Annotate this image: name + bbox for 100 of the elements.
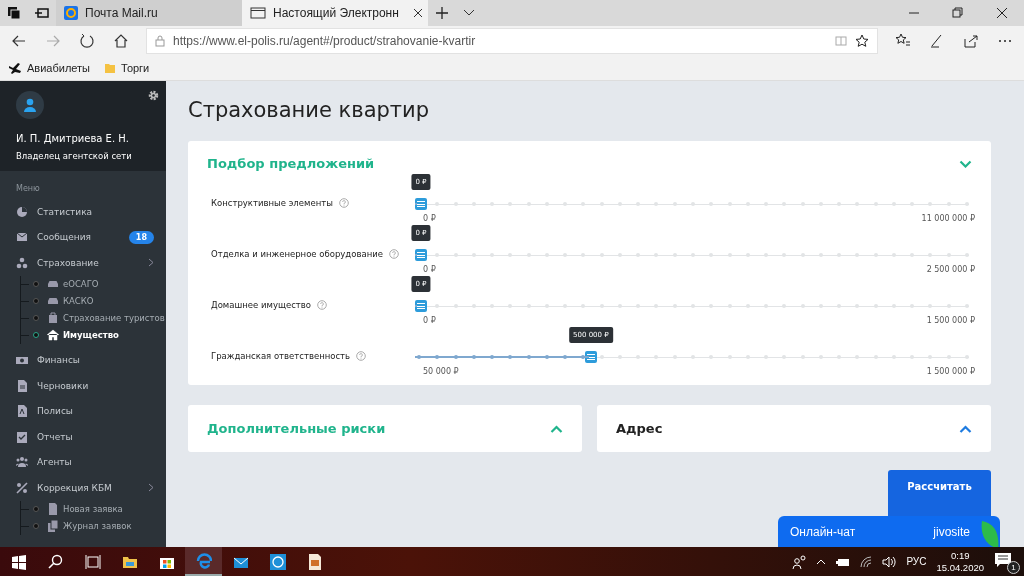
max-value: 2 500 000 ₽ [926, 265, 975, 274]
browser-icon[interactable] [195, 552, 212, 569]
chat-brand: jivosite [933, 524, 970, 539]
leaf-icon [980, 519, 1000, 547]
share-icon[interactable] [963, 33, 979, 49]
menu-item[interactable]: Отчеты [0, 424, 166, 450]
car-icon [47, 295, 59, 307]
submenu-item[interactable]: Имущество [21, 326, 166, 344]
menu-item[interactable]: Финансы [0, 347, 166, 373]
volume-icon[interactable] [882, 555, 897, 568]
menu-item[interactable]: Агенты [0, 449, 166, 475]
task-view-icon[interactable] [84, 553, 101, 570]
slider-label: Отделка и инженерное оборудование [211, 249, 383, 259]
page-icon [250, 7, 266, 19]
person-icon [23, 98, 37, 112]
car-icon [47, 278, 59, 290]
envelope-icon [16, 231, 28, 244]
slider-label: Домашнее имущество [211, 300, 311, 310]
mail-icon [64, 6, 78, 20]
tab-title: Настоящий Электронн [273, 6, 399, 20]
min-value: 0 ₽ [423, 214, 436, 223]
home-icon[interactable] [113, 33, 129, 49]
airplane-icon [8, 62, 22, 74]
panel-title: Подбор предложений [207, 156, 375, 171]
menu-item[interactable]: Статистика [0, 199, 166, 225]
bookmark[interactable]: Торги [104, 62, 150, 74]
slider-label: Гражданская ответственность [211, 351, 351, 361]
people-icon[interactable] [792, 554, 807, 569]
slider-handle[interactable] [584, 351, 597, 363]
browser-tab[interactable]: Почта Mail.ru [56, 0, 242, 26]
chat-label: Онлайн-чат [790, 524, 856, 539]
max-value: 11 000 000 ₽ [921, 214, 975, 223]
menu-item[interactable]: Полисы [0, 398, 166, 424]
pdf-document-icon [16, 405, 28, 418]
menu-item[interactable]: Сообщения 18 [0, 224, 166, 250]
file-icon [47, 503, 59, 515]
lock-icon [155, 35, 165, 47]
submenu-item[interactable]: Страхование туристов [21, 309, 166, 327]
presentation-icon[interactable] [306, 553, 323, 570]
submenu-item[interactable]: Журнал заявок [21, 517, 166, 535]
chat-widget[interactable]: Онлайн-чат jivosite [778, 516, 1000, 547]
slider-label: Конструктивные элементы [211, 198, 333, 208]
url-text: https://www.el-polis.ru/agent#/product/strahovanie-kvartir [173, 34, 476, 48]
chat-app-icon[interactable] [269, 553, 286, 570]
min-value: 50 000 ₽ [423, 367, 459, 376]
settings-icon[interactable] [148, 90, 159, 101]
slider-handle[interactable] [415, 300, 427, 312]
browser-tab[interactable]: Настоящий Электронн [242, 0, 428, 26]
menu-item[interactable]: Страхование [0, 250, 166, 276]
min-value: 0 ₽ [423, 316, 436, 325]
tab-title: Почта Mail.ru [85, 6, 158, 20]
search-icon[interactable] [47, 553, 64, 570]
slider-handle[interactable] [415, 249, 427, 261]
input-language[interactable]: РУС [906, 556, 927, 567]
slider-handle[interactable] [415, 198, 427, 210]
max-value: 1 500 000 ₽ [926, 367, 975, 376]
refresh-icon[interactable] [79, 33, 95, 49]
submenu-item[interactable]: еОСАГО [21, 275, 166, 293]
suitcase-icon [47, 312, 59, 324]
wifi-icon[interactable] [860, 555, 873, 568]
folder-icon [104, 62, 116, 74]
close-icon[interactable] [996, 7, 1008, 19]
clipboard-check-icon [16, 430, 28, 443]
windows-icon[interactable] [10, 553, 27, 570]
pie-chart-icon [16, 205, 28, 218]
menu-item[interactable]: Коррекция КБМ [0, 475, 166, 501]
submenu-item[interactable]: КАСКО [21, 292, 166, 310]
files-icon [47, 520, 59, 532]
submenu-item[interactable]: Новая заявка [21, 500, 166, 518]
favorites-icon[interactable] [895, 33, 911, 49]
menu-heading: Меню [15, 183, 41, 195]
menu-item[interactable]: Черновики [0, 373, 166, 399]
restore-tabs-icon[interactable] [35, 6, 49, 20]
bookmark[interactable]: Авиабилеты [8, 62, 90, 74]
chevron-right-icon [148, 258, 154, 268]
max-value: 1 500 000 ₽ [926, 316, 975, 325]
min-value: 0 ₽ [423, 265, 436, 274]
star-icon[interactable] [855, 34, 869, 48]
user-name: И. П. Дмитриева Е. Н. [16, 133, 130, 144]
clock[interactable]: 0:19 15.04.2020 [936, 549, 984, 574]
notification-count: 1 [1007, 560, 1020, 574]
back-icon[interactable] [11, 33, 27, 49]
restore-icon[interactable] [952, 7, 964, 19]
chevron-right-icon [148, 483, 154, 493]
user-role: Владелец агентской сети [16, 151, 133, 161]
address-bar[interactable]: https://www.el-polis.ru/agent#/product/strahovanie-kvartir [146, 28, 878, 54]
money-icon [16, 354, 28, 367]
document-icon [16, 379, 28, 392]
count-badge: 18 [128, 230, 154, 244]
tabs-aside-icon[interactable] [7, 6, 21, 20]
new-tab-icon[interactable] [435, 6, 449, 20]
close-icon[interactable] [412, 8, 423, 18]
panel-title[interactable]: Адрес [616, 421, 663, 436]
users-icon [16, 456, 28, 469]
percent-icon [16, 481, 28, 494]
chevron-down-icon[interactable] [463, 9, 475, 17]
cubes-icon [16, 256, 28, 269]
page-title: Страхование квартир [188, 98, 431, 122]
battery-icon[interactable] [836, 556, 851, 567]
notifications-icon[interactable] [994, 551, 1012, 568]
